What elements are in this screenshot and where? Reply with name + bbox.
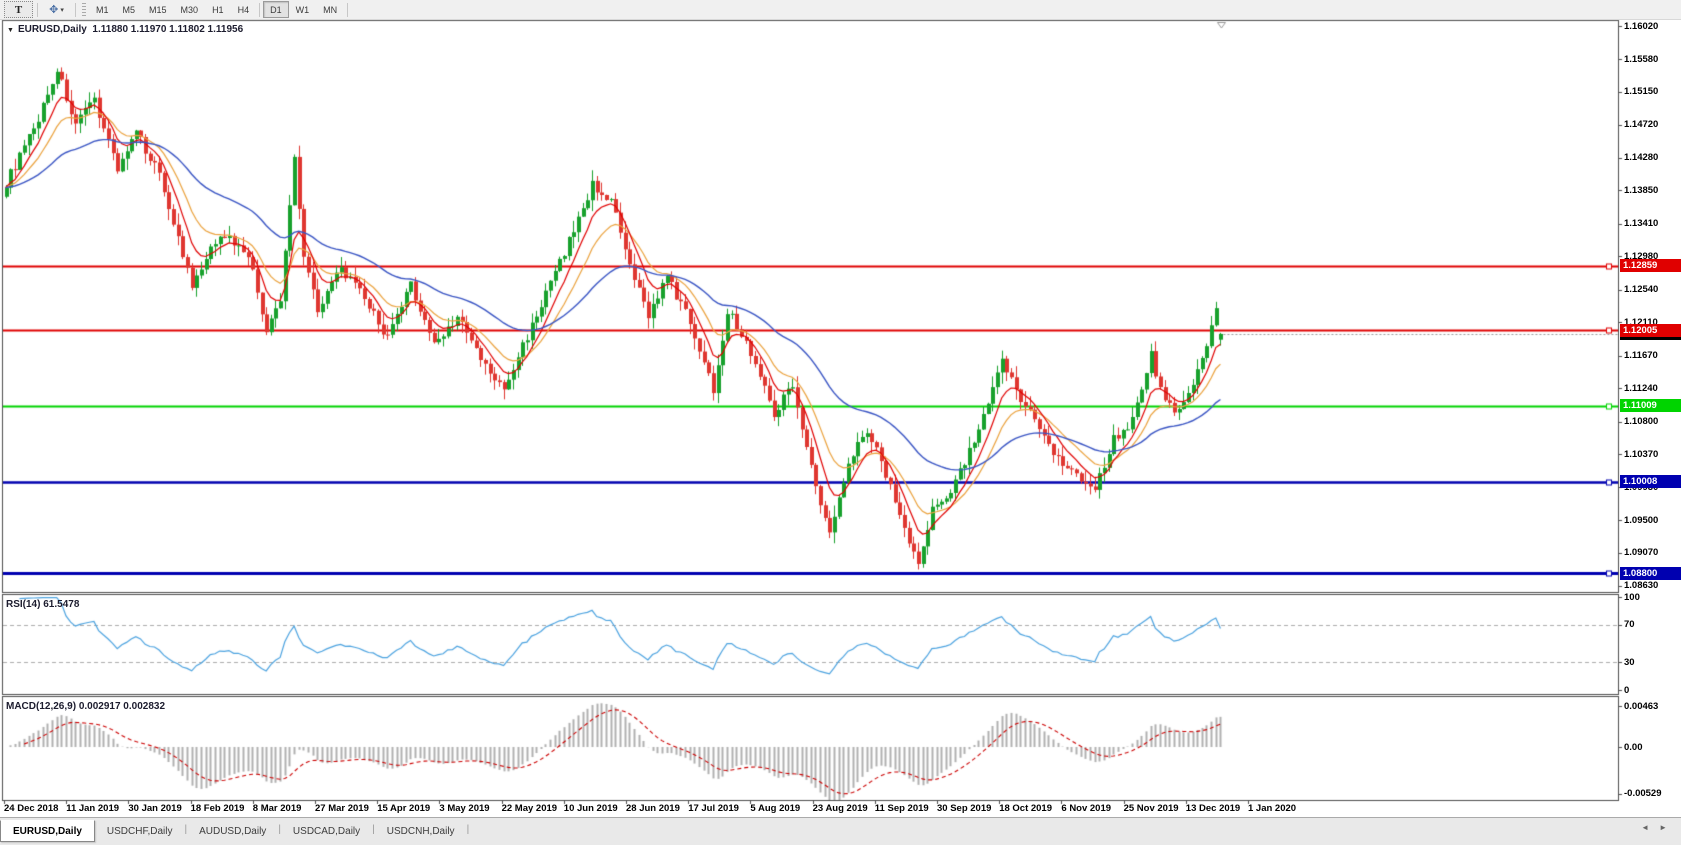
text-tool-button[interactable]: T bbox=[4, 1, 33, 18]
timeframe-button-d1[interactable]: D1 bbox=[263, 1, 289, 18]
price-tick-label: 1.15580 bbox=[1624, 53, 1659, 65]
price-tick-label: 1.09500 bbox=[1624, 514, 1659, 526]
rsi-name: RSI(14) bbox=[6, 599, 41, 610]
tab-separator: | bbox=[466, 824, 470, 835]
date-label: 10 Jun 2019 bbox=[563, 803, 618, 814]
price-tick-label: 1.14280 bbox=[1624, 152, 1659, 164]
tab-audusd-daily[interactable]: AUDUSD,Daily bbox=[187, 821, 278, 841]
hline-price-tag: 1.10008 bbox=[1620, 475, 1681, 489]
price-tick-label: 1.09070 bbox=[1624, 547, 1659, 559]
tab-scroll-left-icon[interactable]: ◄ bbox=[1641, 823, 1649, 832]
date-label: 8 Mar 2019 bbox=[252, 803, 302, 814]
date-label: 5 Aug 2019 bbox=[750, 803, 801, 814]
price-tick-label: 1.13410 bbox=[1624, 218, 1659, 230]
timeframe-button-h1[interactable]: H1 bbox=[205, 1, 231, 18]
macd-tick-label: 0.00463 bbox=[1624, 700, 1659, 712]
rsi-tick-label: 0 bbox=[1624, 684, 1630, 696]
timeframe-button-m30[interactable]: M30 bbox=[174, 1, 206, 18]
date-label: 6 Nov 2019 bbox=[1061, 803, 1112, 814]
price-tick-label: 1.14720 bbox=[1624, 119, 1659, 130]
date-label: 30 Sep 2019 bbox=[937, 803, 992, 814]
chart-dropdown-icon[interactable]: ▼ bbox=[7, 27, 14, 34]
chart-toolbar: T ✥ ▾ M1 M5 M15 M30 H1 H4 D1 W1 MN bbox=[0, 0, 1681, 20]
date-label: 15 Apr 2019 bbox=[377, 803, 431, 814]
trading-platform-window: T ✥ ▾ M1 M5 M15 M30 H1 H4 D1 W1 MN ▼ EURUSD,Daily… bbox=[0, 0, 1681, 845]
date-label: 28 Jun 2019 bbox=[626, 803, 680, 814]
rsi-tick-label: 70 bbox=[1624, 619, 1635, 631]
chart-symbol-label: EURUSD,Daily bbox=[17, 24, 87, 35]
date-label: 11 Jan 2019 bbox=[66, 803, 120, 814]
hline-price-tag: 1.11009 bbox=[1620, 399, 1681, 413]
cursor-tool-button[interactable]: ✥ ▾ bbox=[42, 1, 71, 18]
macd-indicator-label: MACD(12,26,9) 0.002917 0.002832 bbox=[6, 701, 165, 712]
hline-price-tag: 1.12005 bbox=[1620, 323, 1681, 337]
date-label: 13 Dec 2019 bbox=[1185, 803, 1241, 814]
timeframe-button-m1[interactable]: M1 bbox=[89, 1, 116, 18]
tab-scroll-right-icon[interactable]: ► bbox=[1659, 823, 1667, 832]
timeframe-button-m5[interactable]: M5 bbox=[116, 1, 143, 18]
macd-tick-label: 0.00 bbox=[1624, 741, 1643, 753]
date-label: 22 May 2019 bbox=[501, 803, 558, 814]
chevron-down-icon[interactable]: ▾ bbox=[60, 6, 64, 14]
macd-tick-label: -0.00529 bbox=[1624, 788, 1662, 800]
date-label: 30 Jan 2019 bbox=[128, 803, 182, 814]
date-label: 25 Nov 2019 bbox=[1123, 803, 1179, 814]
timeframe-button-w1[interactable]: W1 bbox=[289, 1, 317, 18]
cursor-tool-icon: ✥ bbox=[49, 4, 59, 16]
price-chart-canvas[interactable] bbox=[0, 0, 1681, 817]
price-tick-label: 1.16020 bbox=[1624, 20, 1659, 32]
timeframe-button-group: M1 M5 M15 M30 H1 H4 D1 W1 MN bbox=[89, 1, 351, 18]
hline-price-tag: 1.08800 bbox=[1620, 566, 1681, 580]
date-label: 24 Dec 2018 bbox=[4, 803, 59, 814]
date-label: 27 Mar 2019 bbox=[315, 803, 369, 814]
price-tick-label: 1.13850 bbox=[1624, 184, 1659, 196]
rsi-tick-label: 100 bbox=[1624, 591, 1640, 603]
timeframe-button-h4[interactable]: H4 bbox=[231, 1, 257, 18]
tab-scroll-controls: ◄ ► bbox=[1641, 823, 1667, 832]
price-tick-label: 1.11240 bbox=[1624, 382, 1658, 394]
macd-name: MACD(12,26,9) bbox=[6, 701, 77, 712]
price-tick-label: 1.15150 bbox=[1624, 86, 1659, 98]
toolbar-separator bbox=[75, 2, 76, 17]
price-tick-label: 1.08630 bbox=[1624, 580, 1659, 592]
date-label: 3 May 2019 bbox=[439, 803, 490, 814]
rsi-tick-label: 30 bbox=[1624, 656, 1635, 668]
price-tick-label: 1.12540 bbox=[1624, 284, 1659, 296]
tab-usdcad-daily[interactable]: USDCAD,Daily bbox=[281, 821, 372, 841]
date-label: 18 Feb 2019 bbox=[190, 803, 245, 814]
hline-price-tag: 1.12859 bbox=[1620, 259, 1681, 272]
tab-eurusd-daily[interactable]: EURUSD,Daily bbox=[0, 820, 95, 842]
tab-usdcnh-daily[interactable]: USDCNH,Daily bbox=[375, 821, 467, 841]
toolbar-separator bbox=[37, 2, 38, 17]
macd-values: 0.002917 0.002832 bbox=[78, 701, 166, 712]
rsi-indicator-label: RSI(14) 61.5478 bbox=[6, 599, 79, 610]
rsi-value: 61.5478 bbox=[43, 599, 80, 610]
toolbar-separator bbox=[259, 2, 261, 17]
date-label: 11 Sep 2019 bbox=[874, 803, 929, 814]
chart-title: ▼ EURUSD,Daily 1.11880 1.11970 1.11802 1.… bbox=[7, 24, 243, 35]
price-tick-label: 1.10800 bbox=[1624, 416, 1659, 428]
date-label: 23 Aug 2019 bbox=[812, 803, 868, 814]
tab-usdchf-daily[interactable]: USDCHF,Daily bbox=[95, 821, 185, 841]
price-tick-label: 1.11670 bbox=[1624, 350, 1658, 362]
chart-ohlc-values: 1.11880 1.11970 1.11802 1.11956 bbox=[92, 24, 244, 35]
chart-tab-bar: EURUSD,Daily USDCHF,Daily | AUDUSD,Daily | US… bbox=[0, 817, 1681, 845]
timeframe-button-mn[interactable]: MN bbox=[316, 1, 344, 18]
date-label: 1 Jan 2020 bbox=[1248, 803, 1297, 814]
timeframe-button-m15[interactable]: M15 bbox=[142, 1, 174, 18]
date-label: 17 Jul 2019 bbox=[688, 803, 739, 814]
price-tick-label: 1.10370 bbox=[1624, 448, 1659, 460]
toolbar-grip bbox=[82, 2, 86, 17]
date-label: 18 Oct 2019 bbox=[999, 803, 1053, 814]
toolbar-separator bbox=[347, 2, 349, 17]
